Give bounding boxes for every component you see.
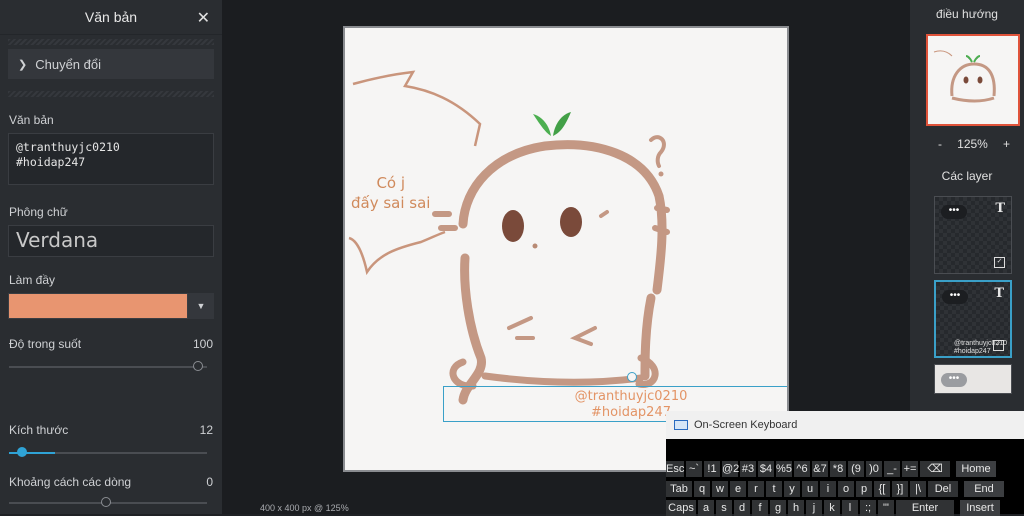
size-value: 12	[199, 423, 213, 437]
navigator-title: điều hướng	[936, 7, 998, 21]
on-screen-keyboard: On-Screen Keyboard Esc ~` !1 @2 #3 $4 %5 ^6 &7 *8…	[666, 411, 1024, 516]
key-13[interactable]: +=	[902, 461, 918, 477]
slider-fill	[9, 452, 55, 454]
key-5[interactable]: t	[766, 481, 782, 497]
key-14[interactable]: ⌫	[920, 461, 950, 477]
slider-track	[9, 366, 207, 368]
size-row: Kích thước 12	[9, 423, 213, 437]
rotate-handle[interactable]	[627, 372, 637, 382]
key-8[interactable]: &7	[812, 461, 828, 477]
canvas-size-readout: 400 x 400 px @ 125%	[260, 503, 349, 513]
layer-item-image[interactable]: •••	[934, 364, 1012, 394]
close-icon[interactable]: ✕	[197, 8, 210, 28]
key-9[interactable]: *8	[830, 461, 846, 477]
convert-label: Chuyển đổi	[35, 56, 101, 72]
key-2[interactable]: !1	[704, 461, 720, 477]
divider	[8, 91, 214, 97]
key-6[interactable]: y	[784, 481, 800, 497]
layer-options-icon[interactable]: •••	[942, 290, 968, 304]
text-layer-icon: T	[994, 286, 1004, 301]
osk-titlebar[interactable]: On-Screen Keyboard	[666, 411, 1024, 439]
slider-knob[interactable]	[193, 361, 203, 371]
key-5[interactable]: $4	[758, 461, 774, 477]
key-7[interactable]: ^6	[794, 461, 810, 477]
zoom-level: 125%	[957, 137, 988, 151]
key-11[interactable]: {[	[874, 481, 890, 497]
fill-color-picker[interactable]: ▼	[8, 293, 214, 319]
key-8[interactable]: i	[820, 481, 836, 497]
key-3[interactable]: @2	[722, 461, 739, 477]
layer-visibility-checkbox[interactable]: ✓	[993, 340, 1004, 351]
layer-options-icon[interactable]: •••	[941, 205, 967, 219]
key-12[interactable]: }]	[892, 481, 908, 497]
zoom-in-button[interactable]: +	[1003, 137, 1010, 151]
navigator-preview-image	[933, 50, 996, 103]
line-spacing-label: Khoảng cách các dòng	[9, 475, 132, 489]
key-14[interactable]: Del	[928, 481, 958, 497]
keyboard-icon	[674, 420, 688, 430]
key-12[interactable]: _-	[884, 461, 900, 477]
key-11[interactable]: )0	[866, 461, 882, 477]
key-13[interactable]: |\	[910, 481, 926, 497]
key-9[interactable]: o	[838, 481, 854, 497]
navigator-thumbnail[interactable]	[926, 34, 1020, 126]
font-label: Phông chữ	[9, 205, 68, 219]
fill-label: Làm đầy	[9, 273, 56, 287]
chevron-right-icon: ❯	[18, 58, 28, 71]
key-1[interactable]: ~`	[686, 461, 702, 477]
opacity-value: 100	[192, 337, 213, 351]
slider-knob[interactable]	[101, 497, 111, 507]
text-properties-panel: Văn bản ✕ ❯ Chuyển đổi Văn bản @tranthuy…	[0, 0, 222, 514]
key-7[interactable]: u	[802, 481, 818, 497]
layer-item[interactable]: ••• T ✓	[934, 196, 1012, 274]
layer-options-icon[interactable]: •••	[941, 373, 967, 387]
key-3[interactable]: e	[730, 481, 746, 497]
keyboard-row: Tab q w e r t y u i o p{[}] |\ Del End	[666, 481, 1006, 497]
key-4[interactable]: #3	[740, 461, 756, 477]
line-spacing-slider[interactable]	[9, 497, 213, 509]
divider	[8, 39, 214, 45]
key-10[interactable]: p	[856, 481, 872, 497]
size-slider[interactable]	[9, 447, 213, 459]
key-2[interactable]: w	[712, 481, 728, 497]
key-15[interactable]: End	[964, 481, 1004, 497]
key-0[interactable]: Esc	[666, 461, 684, 477]
osk-title: On-Screen Keyboard	[694, 419, 798, 431]
opacity-row: Độ trong suốt 100	[9, 337, 213, 351]
key-0[interactable]: Tab	[666, 481, 692, 497]
fill-color-swatch[interactable]	[8, 293, 188, 319]
layers-title: Các layer	[941, 169, 993, 183]
layer-item-selected[interactable]: ••• T @tranthuyjc0210 #hoidap247 ✓	[934, 280, 1012, 358]
opacity-label: Độ trong suốt	[9, 337, 82, 351]
speech-bubble-text: Có j đấy sai sai	[351, 174, 431, 212]
document-canvas[interactable]: Có j đấy sai sai @tranthuyjc0210 #hoidap…	[343, 26, 789, 472]
layer-visibility-checkbox[interactable]: ✓	[994, 257, 1005, 268]
chevron-down-icon[interactable]: ▼	[188, 293, 214, 319]
slider-knob[interactable]	[17, 447, 27, 457]
convert-section-toggle[interactable]: ❯ Chuyển đổi	[8, 49, 214, 79]
panel-header: Văn bản ✕	[0, 0, 222, 35]
text-layer-icon: T	[995, 201, 1005, 216]
text-label: Văn bản	[9, 113, 54, 127]
zoom-out-button[interactable]: -	[938, 137, 942, 151]
line-spacing-value: 0	[206, 475, 213, 489]
keyboard-row: Esc ~` !1 @2 #3 $4 %5 ^6 &7 *8 (9)0 _- += ⌫ Home	[666, 461, 998, 477]
zoom-controls: - 125% +	[910, 126, 1024, 162]
key-6[interactable]: %5	[776, 461, 792, 477]
font-select[interactable]: Verdana	[8, 225, 214, 257]
key-4[interactable]: r	[748, 481, 764, 497]
text-input[interactable]: @tranthuyjc0210 #hoidap247	[8, 133, 214, 185]
line-spacing-row: Khoảng cách các dòng 0	[9, 475, 213, 489]
size-label: Kích thước	[9, 423, 69, 437]
key-15[interactable]: Home	[956, 461, 996, 477]
key-1[interactable]: q	[694, 481, 710, 497]
panel-title: Văn bản	[84, 9, 138, 25]
key-10[interactable]: (9	[848, 461, 864, 477]
opacity-slider[interactable]	[9, 361, 213, 373]
